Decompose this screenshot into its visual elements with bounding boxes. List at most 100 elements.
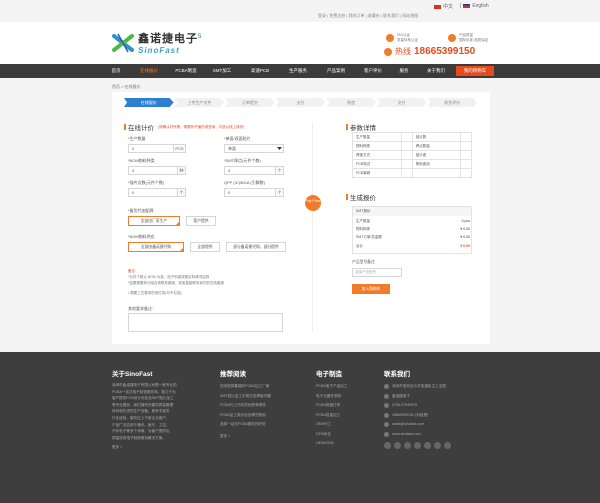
header-iso-box: ISO认证 质量体系认证 (386, 33, 418, 43)
lang-cn[interactable]: 中文 (434, 3, 453, 10)
mfg-link[interactable]: PCBA快速打样 (316, 401, 376, 411)
hotline[interactable]: 热线 18665399150 (384, 46, 475, 57)
nav-reviews[interactable]: 客户评价 (357, 64, 389, 78)
header-quality-box: 产品质量 国际标准·品质保证 (448, 33, 488, 43)
remark-textarea[interactable] (128, 313, 283, 332)
quote-row: 物料种类 ¥ 0.00 (356, 227, 470, 231)
reading-link[interactable]: 如何选择靠谱的PCBA加工厂家 (220, 382, 310, 392)
top-bar: 登录 | 免费注册 | 我的订单 | 收藏夹 | 联系我们 | 网站地图 中文 … (0, 0, 600, 22)
main-nav: 首页 在线报价 PCBA制造 SMT加工 高速PCB 生产服务 产品案例 客户评… (0, 64, 600, 78)
reading-link[interactable]: PCBA代工代料的优势有哪些 (220, 401, 310, 411)
lang-en[interactable]: | English (460, 3, 489, 9)
form-title: 在线计价 (请确认好所需，需要有不懂的请咨询，可选以线上操作) (124, 122, 244, 132)
quote-row: 生产数量 0 pcs (356, 219, 470, 223)
mfg-link[interactable]: OEM/ODM (316, 439, 376, 449)
step-upload: 上传生产文件 (174, 98, 225, 107)
footer-contact: 联系我们 深圳市宝安区沙井街道民主工业园 鑫诺捷电子 0755-27949976… (384, 368, 490, 449)
email-icon (384, 422, 389, 428)
process-checkbox[interactable]: • 需要工艺要求的请打钩(可不勾选) (128, 290, 224, 296)
reading-link[interactable]: PCBA加工报价包含哪些费用 (220, 411, 310, 421)
nav-about[interactable]: 关于我们 (420, 64, 452, 78)
location-icon (384, 384, 389, 390)
phone-icon (384, 47, 392, 56)
website-icon (384, 431, 389, 437)
company-icon (384, 393, 389, 399)
mfg-link[interactable]: OEM代工 (316, 420, 376, 430)
reading-more-link[interactable]: 更多 > (220, 434, 310, 439)
reading-link[interactable]: 选择一站式PCBA服务的好处 (220, 420, 310, 430)
add-to-cart-button[interactable]: 加入购物车 (352, 284, 390, 294)
footer: 关于SinoFast 深圳市鑫诺捷电子有限公司是一家专业的 PCBA一站式电子制… (0, 352, 600, 503)
footer-manufacturing: 电子制造 PCBA电子产品加工 电子元器件采购 PCBA快速打样 PCBA批量加… (316, 368, 376, 449)
step-submit: 订单提交 (225, 98, 275, 107)
step-deliver: 交付 (376, 98, 427, 107)
nav-cart-button[interactable]: 我的购物车 (456, 66, 494, 76)
reading-link[interactable]: SMT贴片加工中常见的焊接问题 (220, 392, 310, 402)
bom-option-all-purchase[interactable]: 全部由鑫诺捷代购 (128, 242, 184, 252)
footer-reading: 推荐阅读 如何选择靠谱的PCBA加工厂家 SMT贴片加工中常见的焊接问题 PCB… (220, 368, 310, 439)
about-more-link[interactable]: 更多 > (112, 445, 212, 450)
mfg-link[interactable]: PCBA批量加工 (316, 411, 376, 421)
bom-option-partial[interactable]: 部分鑫诺捷代购，部分提供 (226, 242, 286, 252)
qfp-pins-input[interactable]: 0 个 (224, 188, 284, 197)
calculate-button[interactable]: Pay Price (305, 195, 321, 211)
weibo-icon[interactable] (394, 442, 401, 449)
nav-service[interactable]: 服务 (392, 64, 416, 78)
uk-flag-icon (463, 4, 471, 8)
supply-option-customer[interactable]: 客户提供 (186, 216, 216, 226)
quote-title: 生成报价 (346, 192, 376, 202)
step-manufacture: 制造 (326, 98, 376, 107)
nav-smt[interactable]: SMT加工 (207, 64, 237, 78)
quality-icon (448, 34, 456, 42)
twitter-icon[interactable] (424, 442, 431, 449)
nav-online-quote[interactable]: 在线报价 (133, 64, 165, 78)
quote-row: SMT订单/总金额 ¥ 0.00 (356, 235, 470, 239)
linkedin-icon[interactable] (434, 442, 441, 449)
mfg-link[interactable]: DFM优化 (316, 430, 376, 440)
phone-icon (384, 403, 389, 409)
social-links (384, 442, 490, 449)
step-quote: 在线报价 (124, 98, 174, 107)
mfg-link[interactable]: 电子元器件采购 (316, 392, 376, 402)
nav-production[interactable]: 生产服务 (282, 64, 314, 78)
header (0, 22, 600, 64)
plugin-points-input[interactable]: 0 个 (128, 188, 186, 197)
china-flag-icon (434, 4, 441, 9)
quote-total: 合计 ¥ 0.00 (356, 244, 470, 248)
nav-home[interactable]: 首页 (104, 64, 128, 78)
chevron-down-icon (277, 147, 282, 150)
smt-points-input[interactable]: 0 个 (224, 166, 284, 175)
mfg-link[interactable]: PCBA电子产品加工 (316, 382, 376, 392)
qq-icon[interactable] (404, 442, 411, 449)
quote-panel: 在线报价 上传生产文件 订单提交 支付 制造 交付 收货评价 在线计价 (请确认… (112, 92, 490, 344)
hotline-number: 18665399150 (414, 46, 476, 57)
bom-types-input[interactable]: 0 种 (128, 166, 186, 175)
progress-steps: 在线报价 上传生产文件 订单提交 支付 制造 交付 收货评价 (124, 98, 478, 107)
logo-cn-text: 鑫诺捷电子 (138, 33, 198, 45)
wechat-icon[interactable] (384, 442, 391, 449)
top-links[interactable]: 登录 | 免费注册 | 我的订单 | 收藏夹 | 联系我们 | 网站地图 (318, 13, 418, 19)
nav-cases[interactable]: 产品案例 (320, 64, 352, 78)
bom-option-all-provide[interactable]: 全部提供 (190, 242, 220, 252)
params-table: 生产数量 贴片数 物料种类 焊点数量 焊接方式 贴片费 PCB测试 物料费用 PCB钢网 (352, 132, 472, 178)
params-title: 参数详情 (346, 122, 376, 132)
step-pay: 支付 (275, 98, 326, 107)
youtube-icon[interactable] (444, 442, 451, 449)
qty-input[interactable]: 0 PCS (128, 144, 186, 153)
supply-option-factory[interactable]: 全部由厂家生产 (128, 216, 180, 226)
facebook-icon[interactable] (414, 442, 421, 449)
logo-en-text: SinoFast (138, 46, 180, 55)
logo-mark-icon (112, 32, 134, 54)
certificate-icon (386, 34, 394, 42)
mobile-icon (384, 412, 389, 418)
header-badge: 5 (198, 34, 202, 40)
nav-hspcb[interactable]: 高速PCB (244, 64, 276, 78)
site-logo[interactable]: 鑫诺捷电子 SinoFast (112, 30, 198, 55)
side-select[interactable]: 单面 (224, 144, 284, 153)
breadcrumb[interactable]: 首页 > 在线报价 (112, 84, 141, 90)
form-notes: 备注： *元件个数以 BOM 为准，电子料费按照实际情况结算 *如果需要拆分组合… (128, 269, 224, 296)
product-model-input[interactable]: 选择产品型号 (352, 268, 402, 277)
footer-about: 关于SinoFast 深圳市鑫诺捷电子有限公司是一家专业的 PCBA一站式电子制… (112, 368, 212, 450)
nav-pcba[interactable]: PCBA制造 (170, 64, 202, 78)
quote-box: SMT报价 生产数量 0 pcs 物料种类 ¥ 0.00 SMT订单/总金额 ¥ 0.… (352, 206, 472, 254)
